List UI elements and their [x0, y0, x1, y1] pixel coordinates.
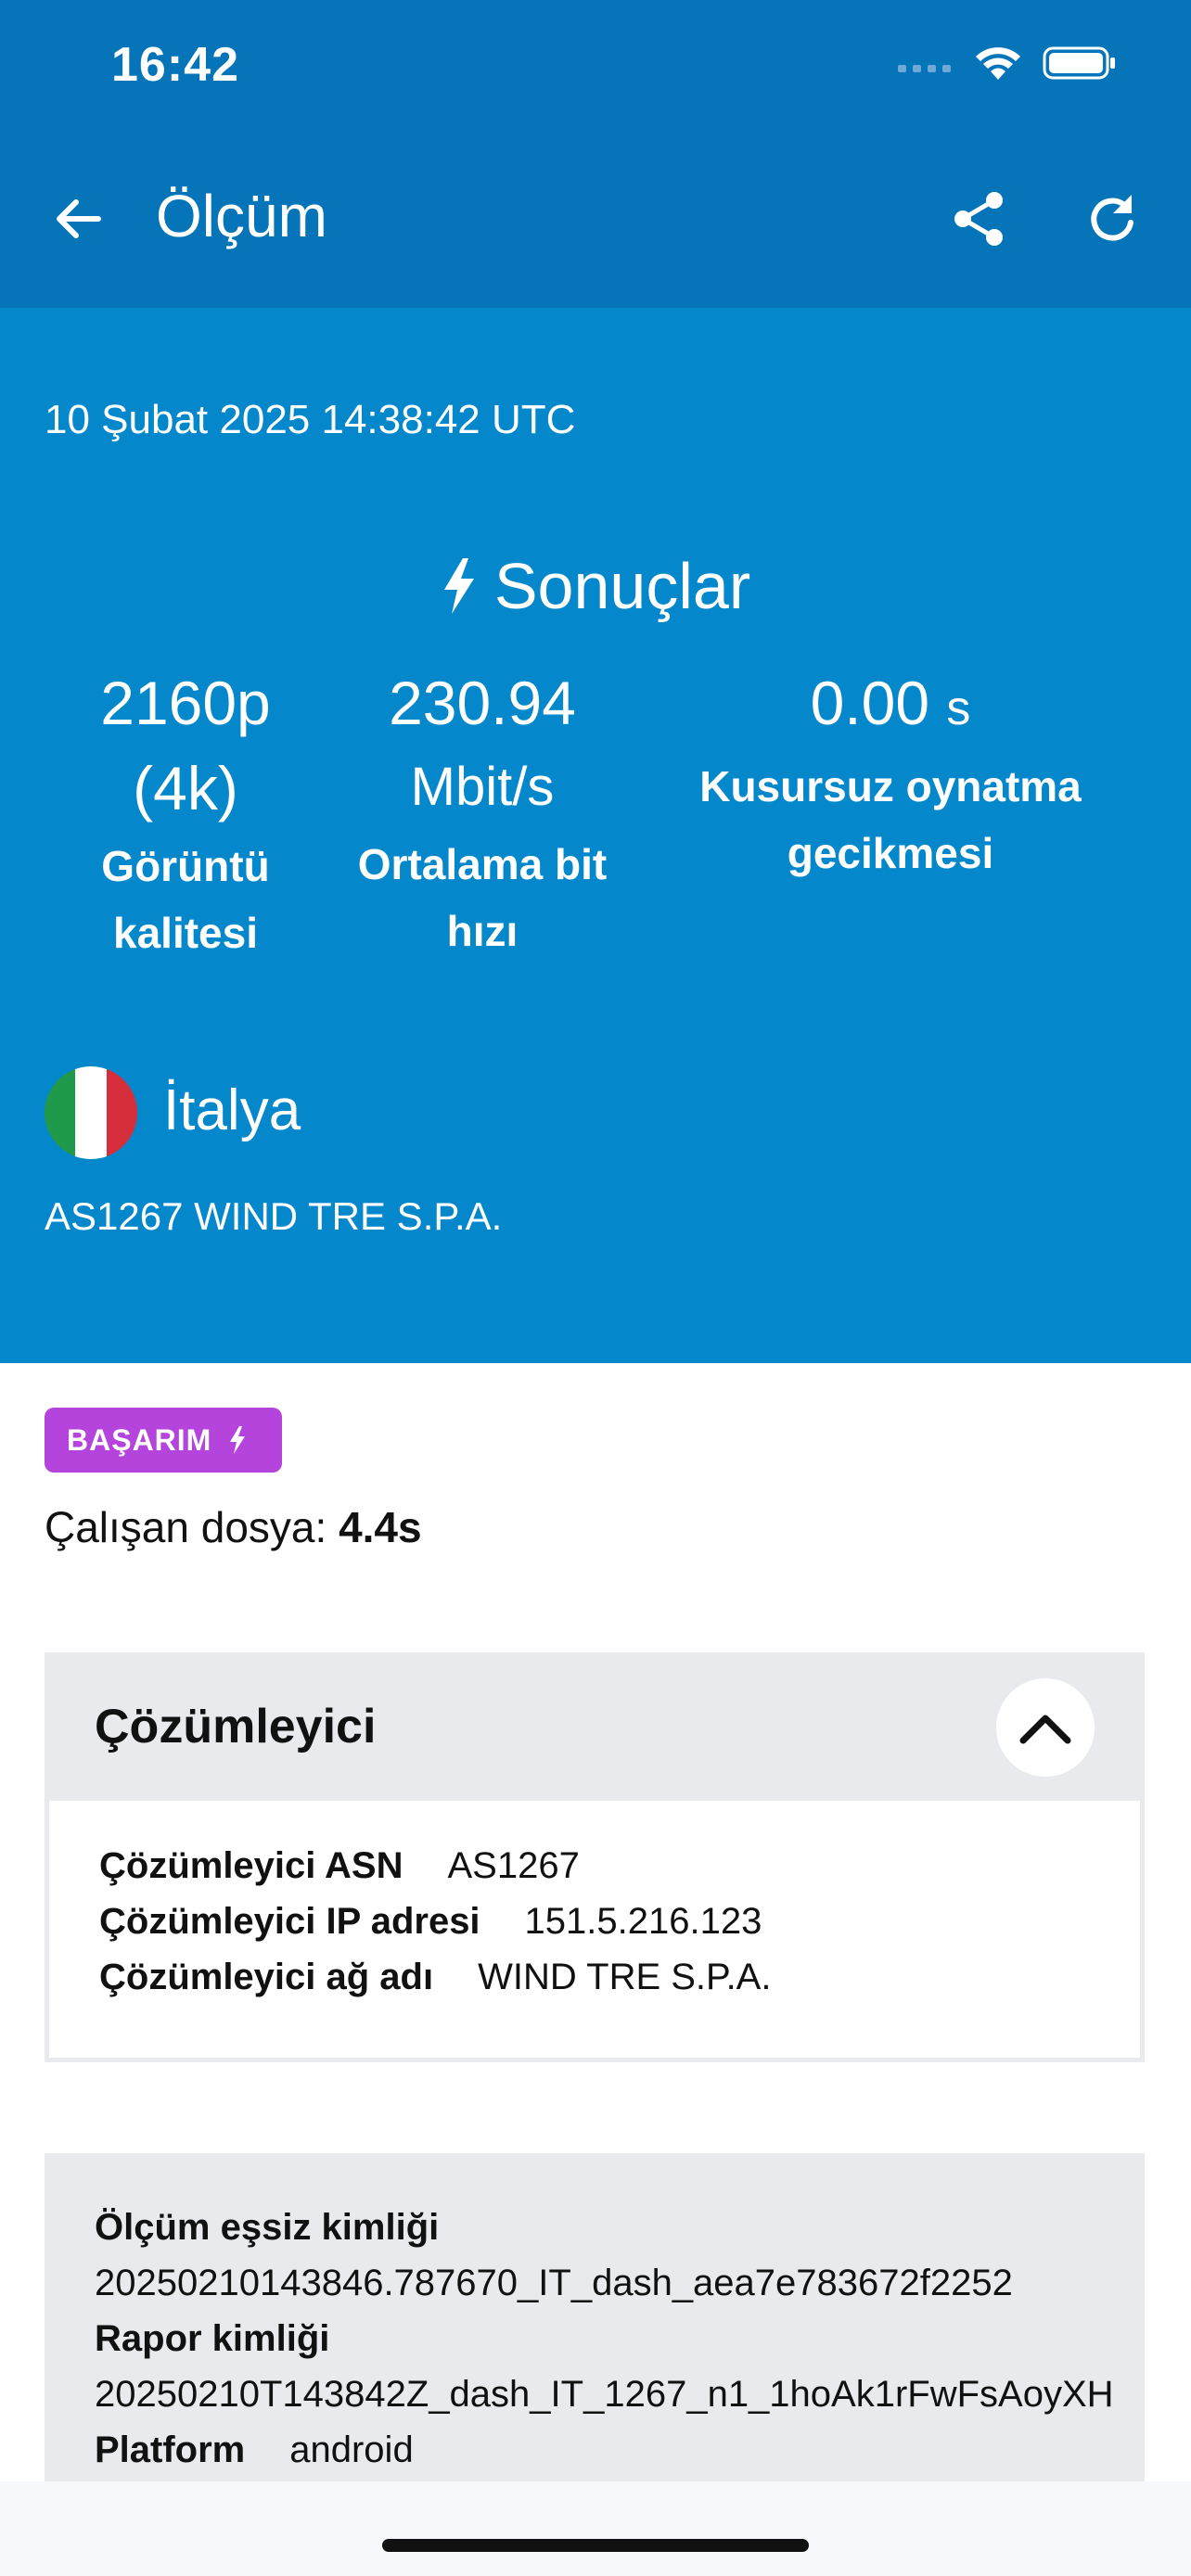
back-arrow-icon: [57, 199, 101, 238]
italy-flag-icon: [45, 1066, 137, 1159]
resolver-row-ip: Çözümleyici IP adresi 151.5.216.123: [99, 1901, 762, 1943]
metric-bitrate: 230.94 Mbit/s Ortalama bit hızı: [334, 660, 631, 964]
lightning-icon: [230, 1426, 246, 1454]
metric-value: 2160p: [100, 669, 271, 737]
resolver-key: Çözümleyici ASN: [99, 1845, 403, 1886]
results-hero: 10 Şubat 2025 14:38:42 UTC Sonuçlar 2160…: [0, 308, 1191, 1363]
results-title-text: Sonuçlar: [493, 550, 751, 622]
resolver-key: Çözümleyici ağ adı: [99, 1957, 434, 1997]
metric-label-line: gecikmesi: [787, 829, 994, 877]
metric-label-line: Ortalama bit: [357, 840, 608, 888]
measurement-date: 10 Şubat 2025 14:38:42 UTC: [45, 397, 576, 442]
country-name: İtalya: [163, 1078, 301, 1142]
metric-value-sub: (4k): [133, 754, 238, 823]
measurement-id-label: Ölçüm eşsiz kimliği: [95, 2207, 440, 2248]
platform-row: Platform android: [95, 2429, 414, 2471]
status-time: 16:42: [111, 38, 239, 92]
measurement-id-value[interactable]: 20250210143846.787670_IT_dash_aea7e78367…: [95, 2263, 1013, 2304]
resolver-card: Çözümleyici Çözümleyici ASN AS1267 Çözüml…: [45, 1652, 1145, 2062]
metric-label: Ortalama bit hızı: [334, 831, 631, 964]
metric-value: 230.94: [389, 669, 576, 737]
collapse-button[interactable]: [996, 1678, 1095, 1777]
status-icons: [898, 45, 1117, 82]
resolver-value: AS1267: [447, 1845, 580, 1886]
metric-label: Kusursuz oynatma gecikmesi: [668, 753, 1113, 886]
share-button[interactable]: [946, 185, 1013, 252]
resolver-card-header[interactable]: Çözümleyici: [45, 1652, 1145, 1801]
resolver-value: WIND TRE S.P.A.: [478, 1957, 772, 1997]
metric-value-row: 0.00 s: [668, 660, 1113, 751]
platform-label: Platform: [95, 2429, 246, 2470]
home-bar-area: [0, 2481, 1191, 2576]
battery-icon: [1043, 46, 1115, 80]
metric-video-quality: 2160p (4k) Görüntü kalitesi: [56, 660, 315, 966]
metric-label-line: Görüntü: [101, 842, 270, 890]
cellular-signal-icon: [898, 65, 951, 72]
metric-unit: s: [946, 682, 971, 735]
runtime-value: 4.4s: [339, 1503, 422, 1551]
network-name: AS1267 WIND TRE S.P.A.: [45, 1194, 503, 1238]
resolver-row-network: Çözümleyici ağ adı WIND TRE S.P.A.: [99, 1957, 771, 1998]
page-title: Ölçüm: [156, 183, 327, 249]
runtime-row: Çalışan dosya: 4.4s: [45, 1502, 422, 1552]
report-id-value[interactable]: 20250210T143842Z_dash_IT_1267_n1_1hoAk1r…: [95, 2374, 1114, 2416]
share-icon: [954, 192, 1003, 246]
resolver-value: 151.5.216.123: [524, 1901, 762, 1942]
metric-playout-delay: 0.00 s Kusursuz oynatma gecikmesi: [668, 660, 1113, 886]
metric-label: Görüntü kalitesi: [56, 833, 315, 966]
resolver-title: Çözümleyici: [95, 1700, 377, 1753]
platform-value: android: [289, 2429, 414, 2470]
refresh-button[interactable]: [1080, 185, 1146, 252]
metric-unit: Mbit/s: [410, 757, 555, 817]
app-bar: 16:42 Ölçüm: [0, 0, 1191, 308]
performance-badge: BAŞARIM: [45, 1408, 283, 1473]
resolver-row-asn: Çözümleyici ASN AS1267: [99, 1845, 580, 1887]
resolver-key: Çözümleyici IP adresi: [99, 1901, 480, 1942]
metric-label-line: Kusursuz oynatma: [699, 762, 1082, 810]
lightning-icon: [443, 558, 474, 614]
runtime-label: Çalışan dosya:: [45, 1503, 327, 1551]
metric-value: 0.00: [810, 669, 930, 737]
wifi-icon: [976, 47, 1020, 80]
resolver-card-body: Çözümleyici ASN AS1267 Çözümleyici IP adr…: [45, 1801, 1145, 2062]
refresh-icon: [1091, 195, 1133, 241]
home-indicator[interactable]: [382, 2539, 809, 2552]
chevron-up-icon: [1019, 1715, 1071, 1744]
report-id-label: Rapor kimliği: [95, 2318, 330, 2359]
metric-label-line: hızı: [446, 907, 519, 955]
metric-label-line: kalitesi: [113, 909, 258, 957]
results-title: Sonuçlar: [0, 549, 1191, 623]
back-button[interactable]: [45, 185, 111, 252]
badge-label: BAŞARIM: [67, 1422, 212, 1457]
